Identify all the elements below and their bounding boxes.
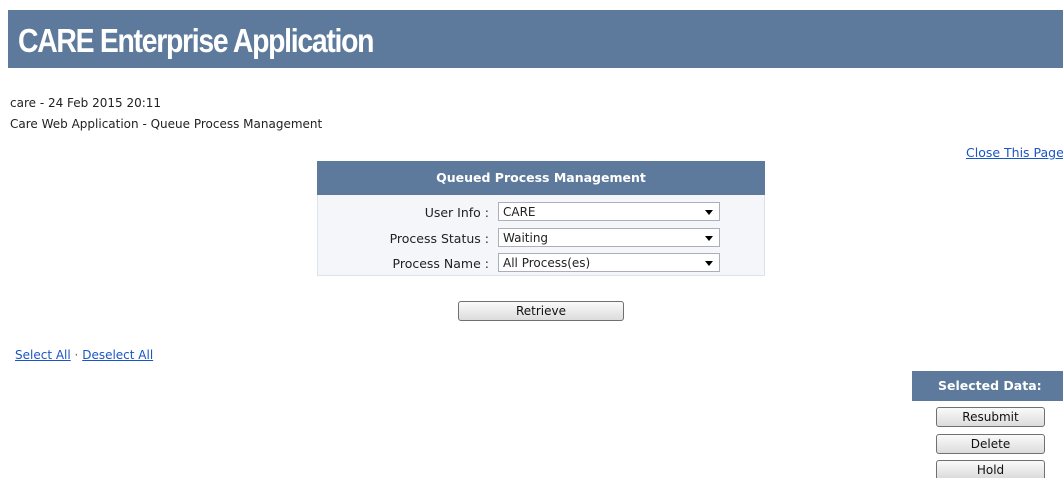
process-name-label: Process Name : xyxy=(392,256,489,271)
resubmit-button[interactable]: Resubmit xyxy=(936,407,1045,427)
chevron-down-icon xyxy=(705,236,713,241)
user-info-select[interactable]: CARE xyxy=(498,202,720,221)
retrieve-button[interactable]: Retrieve xyxy=(458,301,624,321)
app-header: CARE Enterprise Application xyxy=(8,10,1063,68)
user-info-label: User Info : xyxy=(424,205,489,220)
app-title: CARE Enterprise Application xyxy=(18,22,374,59)
hold-button[interactable]: Hold xyxy=(936,460,1045,478)
close-page-link[interactable]: Close This Page xyxy=(966,145,1063,160)
deselect-all-link[interactable]: Deselect All xyxy=(82,348,153,362)
process-name-row: Process Name : All Process(es) xyxy=(318,253,764,275)
queued-process-panel: Queued Process Management User Info : CA… xyxy=(317,161,765,276)
chevron-down-icon xyxy=(705,210,713,215)
page-subtitle: Care Web Application - Queue Process Man… xyxy=(10,117,323,131)
process-status-label: Process Status : xyxy=(389,231,489,246)
selection-links: Select All · Deselect All xyxy=(15,348,153,362)
delete-button[interactable]: Delete xyxy=(936,434,1045,454)
process-name-value: All Process(es) xyxy=(503,256,591,270)
panel-title: Queued Process Management xyxy=(317,161,765,195)
link-separator: · xyxy=(74,348,79,362)
process-status-row: Process Status : Waiting xyxy=(318,228,764,250)
user-info-value: CARE xyxy=(503,205,536,219)
selected-data-title: Selected Data: xyxy=(912,371,1063,401)
user-timestamp: care - 24 Feb 2015 20:11 xyxy=(10,96,162,110)
process-status-value: Waiting xyxy=(503,231,549,245)
process-name-select[interactable]: All Process(es) xyxy=(498,253,720,272)
chevron-down-icon xyxy=(705,261,713,266)
select-all-link[interactable]: Select All xyxy=(15,348,71,362)
user-info-row: User Info : CARE xyxy=(318,202,764,224)
process-status-select[interactable]: Waiting xyxy=(498,228,720,247)
